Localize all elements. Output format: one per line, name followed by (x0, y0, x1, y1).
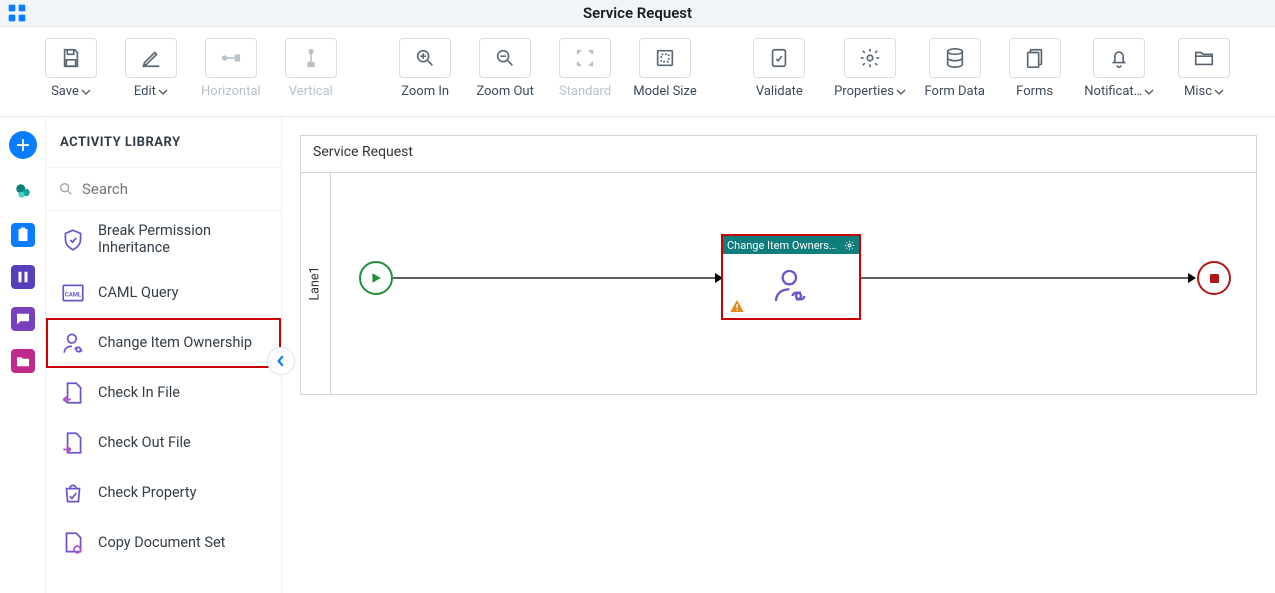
page-title: Service Request (34, 4, 1241, 22)
file-out-icon (60, 430, 86, 456)
toolbar: Save Edit Horizontal Vertical Zoom In Zo… (0, 27, 1275, 117)
left-rail (0, 117, 46, 593)
start-event-node[interactable] (359, 261, 393, 295)
model-size-icon (639, 38, 691, 78)
form-data-button[interactable]: Form Data (918, 35, 992, 116)
activity-node-title: Change Item Ownershi... (727, 239, 840, 252)
activity-label: Check Out File (98, 435, 191, 452)
process-pool[interactable]: Service Request Lane1 (300, 135, 1257, 395)
forms-icon (1009, 38, 1061, 78)
pool-title: Service Request (301, 136, 1256, 168)
add-button[interactable] (9, 131, 37, 159)
activity-item-copy-docset[interactable]: Copy Document Set (46, 518, 281, 568)
folder-icon (1178, 38, 1230, 78)
save-icon (45, 38, 97, 78)
activity-item-check-property[interactable]: Check Property (46, 468, 281, 518)
standard-zoom-button[interactable]: Standard (548, 35, 622, 116)
forms-button[interactable]: Forms (998, 35, 1072, 116)
search-input[interactable] (82, 180, 269, 198)
notifications-button[interactable]: Notificat… (1078, 35, 1161, 116)
user-link-icon (771, 266, 811, 306)
chevron-down-icon (896, 87, 906, 97)
parallel-icon[interactable] (11, 265, 35, 289)
validate-button[interactable]: Validate (742, 35, 816, 116)
search-icon (58, 180, 74, 198)
files-icon[interactable] (11, 349, 35, 373)
gear-icon (844, 38, 896, 78)
save-button[interactable]: Save (34, 35, 108, 116)
zoom-in-button[interactable]: Zoom In (388, 35, 462, 116)
bell-icon (1093, 38, 1145, 78)
zoom-in-icon (399, 38, 451, 78)
properties-button[interactable]: Properties (828, 35, 911, 116)
svg-text:CAML: CAML (65, 292, 82, 299)
chevron-down-icon (1144, 87, 1154, 97)
bag-check-icon (60, 480, 86, 506)
search-box[interactable] (46, 167, 281, 211)
sidebar-title: ACTIVITY LIBRARY (46, 117, 281, 167)
caml-icon: CAML (60, 280, 86, 306)
activity-label: Check Property (98, 485, 197, 502)
app-menu-icon[interactable] (0, 3, 34, 23)
activity-label: Change Item Ownership (98, 335, 252, 352)
vertical-flow-icon (285, 38, 337, 78)
play-icon (370, 272, 382, 284)
misc-button[interactable]: Misc (1167, 35, 1241, 116)
file-gear-icon (60, 530, 86, 556)
shield-icon (60, 227, 86, 253)
validate-icon (753, 38, 805, 78)
flow-arrow[interactable] (393, 277, 721, 279)
sharepoint-icon[interactable] (9, 177, 37, 205)
activity-item-break-permission[interactable]: Break Permission Inheritance (46, 211, 281, 268)
chevron-left-icon (275, 355, 287, 367)
horizontal-button[interactable]: Horizontal (194, 35, 268, 116)
activity-label: CAML Query (98, 285, 179, 302)
activity-library-panel: ACTIVITY LIBRARY Break Permission Inheri… (46, 117, 282, 593)
file-in-icon (60, 380, 86, 406)
edit-button[interactable]: Edit (114, 35, 188, 116)
title-bar: Service Request (0, 0, 1275, 27)
lane-label[interactable]: Lane1 (301, 173, 331, 394)
end-event-node[interactable] (1197, 261, 1231, 295)
canvas-area[interactable]: Service Request Lane1 (282, 117, 1275, 593)
database-icon (929, 38, 981, 78)
activity-list: Break Permission Inheritance CAML CAML Q… (46, 211, 281, 593)
chevron-down-icon (81, 87, 91, 97)
activity-label: Check In File (98, 385, 180, 402)
user-link-icon (60, 330, 86, 356)
fit-standard-icon (559, 38, 611, 78)
activity-item-caml-query[interactable]: CAML CAML Query (46, 268, 281, 318)
activity-item-check-in[interactable]: Check In File (46, 368, 281, 418)
clipboard-icon[interactable] (11, 223, 35, 247)
model-size-button[interactable]: Model Size (628, 35, 702, 116)
flow-arrow[interactable] (861, 277, 1196, 279)
chevron-down-icon (158, 87, 168, 97)
activity-node-change-ownership[interactable]: Change Item Ownershi... (721, 234, 861, 320)
chat-icon[interactable] (11, 307, 35, 331)
activity-label: Copy Document Set (98, 535, 225, 552)
activity-label: Break Permission Inheritance (98, 223, 267, 256)
edit-icon (125, 38, 177, 78)
zoom-out-icon (479, 38, 531, 78)
lane-body[interactable]: Change Item Ownershi... (331, 173, 1256, 394)
collapse-sidebar-button[interactable] (267, 347, 295, 375)
vertical-button[interactable]: Vertical (274, 35, 348, 116)
gear-icon[interactable] (844, 240, 855, 251)
chevron-down-icon (1214, 87, 1224, 97)
zoom-out-button[interactable]: Zoom Out (468, 35, 542, 116)
activity-item-check-out[interactable]: Check Out File (46, 418, 281, 468)
horizontal-flow-icon (205, 38, 257, 78)
warning-icon (729, 298, 745, 314)
activity-item-change-ownership[interactable]: Change Item Ownership (46, 318, 281, 368)
